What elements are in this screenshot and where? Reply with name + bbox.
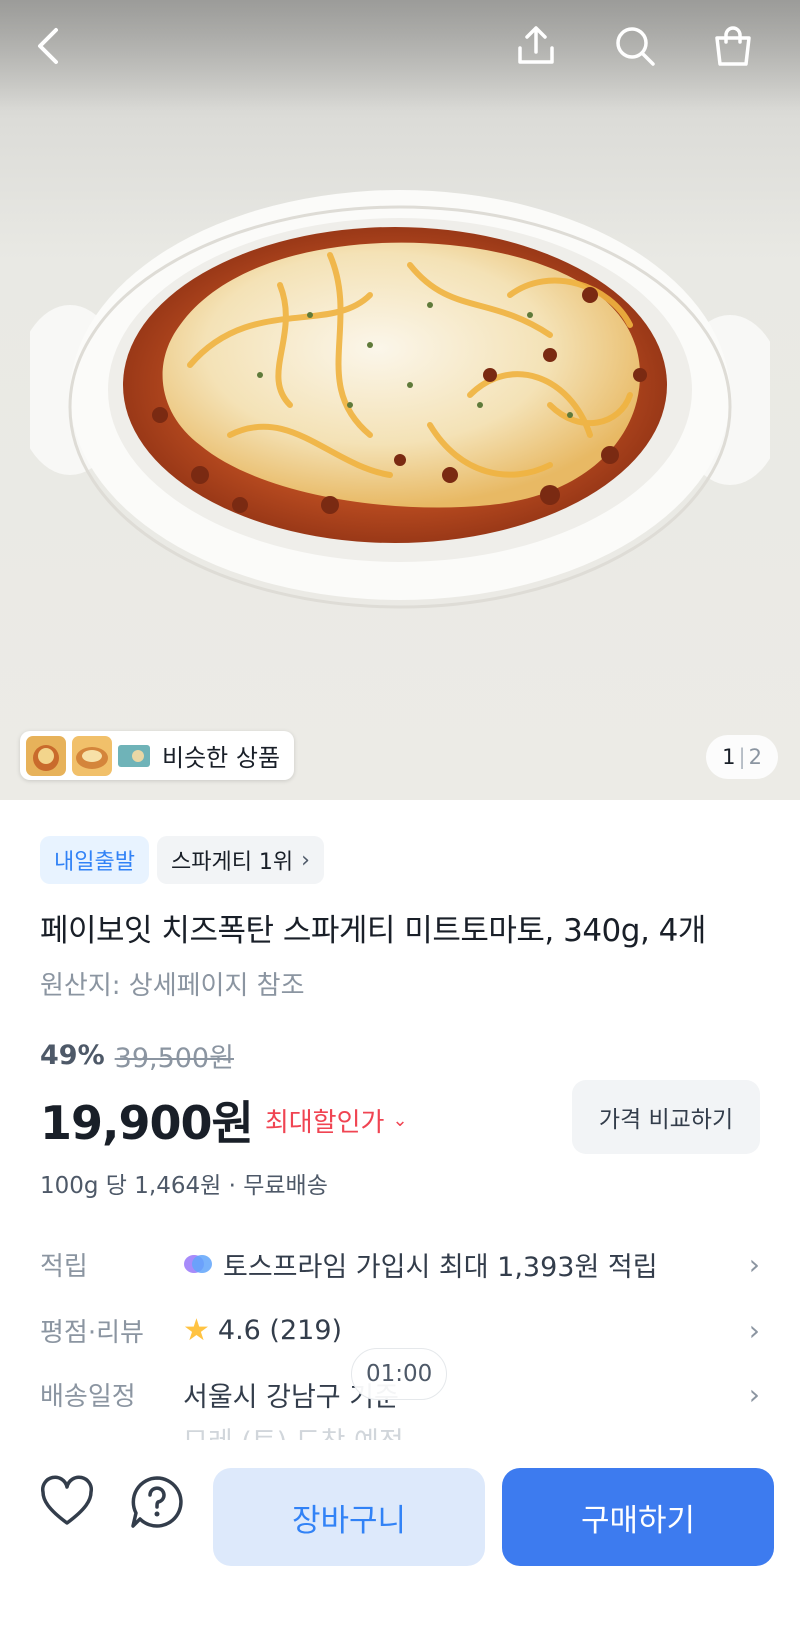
chevron-down-icon: ⌄ (392, 1109, 408, 1131)
badge-ranking[interactable]: 스파게티 1위 › (156, 836, 324, 884)
info-key-reviews: 평점·리뷰 (40, 1317, 144, 1348)
inquiry-button[interactable] (125, 1470, 189, 1534)
bottom-action-bar: 장바구니 구매하기 (0, 1440, 800, 1635)
page-total: 2 (748, 745, 762, 769)
buy-now-button[interactable]: 구매하기 (502, 1468, 774, 1566)
page-separator: | (738, 745, 746, 769)
info-value-reviews: 4.6 (219) (217, 1314, 343, 1346)
timer-badge: 01:00 (351, 1348, 448, 1400)
back-icon (38, 28, 58, 64)
max-discount-label: 최대할인가 (264, 1107, 385, 1138)
image-page-indicator: 1 | 2 (706, 735, 778, 779)
product-image-carousel[interactable]: 비슷한 상품 1 | 2 (0, 0, 800, 800)
info-row-points[interactable]: 적립 토스프라임 가입시 최대 1,393원 적립 › (40, 1239, 760, 1289)
discount-rate: 49% (40, 1040, 105, 1071)
info-key-delivery: 배송일정 (40, 1381, 136, 1412)
product-photo-spaghetti (30, 190, 770, 609)
add-to-cart-button[interactable]: 장바구니 (213, 1468, 485, 1566)
max-discount-toggle[interactable]: 최대할인가 ⌄ (265, 1102, 408, 1139)
top-gradient (0, 0, 800, 110)
product-title: 페이보잇 치즈폭탄 스파게티 미트토마토, 340g, 4개 (40, 913, 706, 949)
back-button[interactable] (22, 18, 78, 74)
product-origin: 원산지: 상세페이지 참조 (40, 971, 305, 1001)
share-icon (518, 26, 554, 64)
badge-tomorrow-shipping: 내일출발 (40, 836, 149, 884)
info-key-points: 적립 (40, 1251, 88, 1282)
cart-button[interactable] (705, 18, 761, 74)
chevron-right-icon: › (748, 1247, 760, 1281)
similar-products-label: 비슷한 상품 (162, 744, 281, 772)
similar-product-thumbnail (72, 735, 112, 776)
similar-products-button[interactable]: 비슷한 상품 (20, 731, 295, 780)
discount-row: 49% 39,500원 (40, 1036, 234, 1075)
original-price: 39,500원 (114, 1043, 234, 1074)
unit-price-shipping: 100g 당 1,464원 · 무료배송 (40, 1173, 328, 1199)
star-icon: ★ (183, 1312, 210, 1348)
search-icon (616, 27, 655, 66)
search-button[interactable] (607, 18, 663, 74)
compare-price-button[interactable]: 가격 비교하기 (572, 1080, 760, 1154)
chevron-right-icon: › (748, 1377, 760, 1411)
sale-price: 19,900원 (40, 1096, 254, 1150)
similar-product-thumbnail (118, 744, 150, 767)
heart-icon (41, 1475, 93, 1525)
toss-prime-icon (184, 1255, 212, 1273)
share-button[interactable] (508, 18, 564, 74)
price-row: 19,900원 최대할인가 ⌄ (40, 1087, 408, 1153)
similar-product-thumbnail (26, 735, 66, 776)
wishlist-button[interactable] (35, 1470, 99, 1534)
chevron-right-icon: › (748, 1313, 760, 1347)
info-value-points: 토스프라임 가입시 최대 1,393원 적립 (223, 1251, 658, 1283)
product-badges: 내일출발 스파게티 1위 › (40, 836, 324, 884)
page-current: 1 (722, 745, 736, 769)
question-bubble-icon (131, 1476, 183, 1528)
ranking-label: 스파게티 1위 (170, 850, 294, 875)
shopping-bag-icon (715, 26, 751, 66)
chevron-right-icon: › (301, 847, 310, 873)
